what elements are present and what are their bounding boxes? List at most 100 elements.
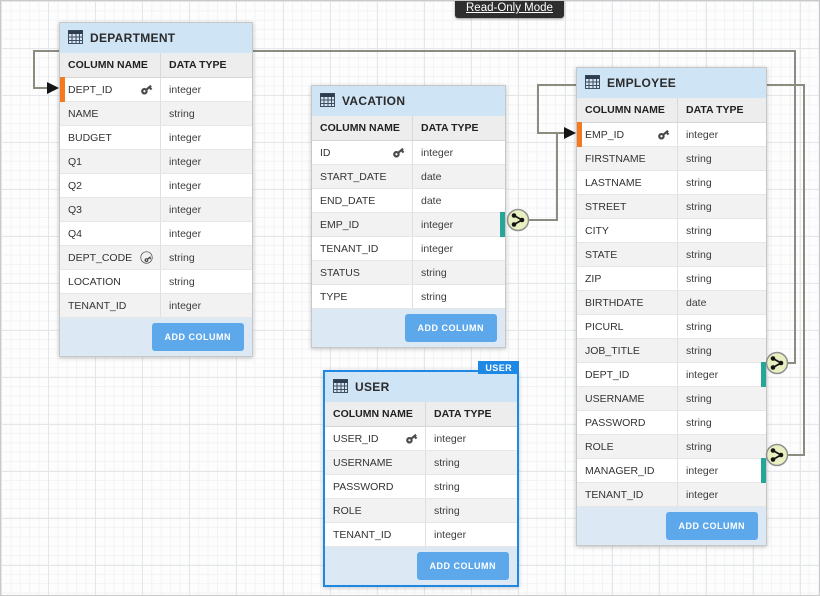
primary-key-icon	[140, 83, 153, 96]
row-user-tenant_id[interactable]: TENANT_ID integer	[325, 523, 517, 547]
column-type: string	[677, 387, 766, 410]
add-column-button[interactable]: ADD COLUMN	[152, 323, 245, 351]
row-employee-username[interactable]: USERNAME string	[577, 387, 766, 411]
table-user[interactable]: USER USER COLUMN NAME DATA TYPE USER_ID	[323, 370, 519, 587]
column-name: ID	[320, 147, 331, 159]
table-department[interactable]: DEPARTMENT COLUMN NAME DATA TYPE DEPT_ID	[59, 22, 253, 357]
column-type: string	[425, 451, 517, 474]
table-title: USER	[355, 380, 390, 394]
column-name: USER_ID	[333, 433, 379, 445]
row-user-user_id[interactable]: USER_ID integer	[325, 427, 517, 451]
row-employee-tenant_id[interactable]: TENANT_ID integer	[577, 483, 766, 507]
column-name-header: COLUMN NAME	[60, 59, 160, 71]
column-type: string	[160, 270, 252, 293]
row-department-tenant_id[interactable]: TENANT_ID integer	[60, 294, 252, 318]
column-name: PASSWORD	[585, 417, 645, 429]
table-header[interactable]: USER	[325, 372, 517, 402]
column-name: DEPT_ID	[585, 369, 629, 381]
crowfoot-many-icon[interactable]	[508, 210, 529, 231]
row-employee-picurl[interactable]: PICURL string	[577, 315, 766, 339]
row-department-dept_code[interactable]: DEPT_CODE string	[60, 246, 252, 270]
add-column-button[interactable]: ADD COLUMN	[405, 314, 498, 342]
table-icon	[333, 379, 348, 396]
column-name: ZIP	[585, 273, 601, 285]
column-type: date	[412, 165, 505, 188]
column-name: STREET	[585, 201, 626, 213]
row-employee-lastname[interactable]: LASTNAME string	[577, 171, 766, 195]
row-employee-manager_id[interactable]: MANAGER_ID integer	[577, 459, 766, 483]
row-employee-birthdate[interactable]: BIRTHDATE date	[577, 291, 766, 315]
table-employee[interactable]: EMPLOYEE COLUMN NAME DATA TYPE EMP_ID	[576, 67, 767, 546]
column-type: string	[677, 339, 766, 362]
crowfoot-many-icon[interactable]	[767, 353, 788, 374]
column-type: string	[677, 195, 766, 218]
row-employee-zip[interactable]: ZIP string	[577, 267, 766, 291]
column-name: TENANT_ID	[585, 489, 643, 501]
row-department-budget[interactable]: BUDGET integer	[60, 126, 252, 150]
row-department-name[interactable]: NAME string	[60, 102, 252, 126]
column-type: integer	[677, 363, 766, 386]
row-user-role[interactable]: ROLE string	[325, 499, 517, 523]
schema-canvas[interactable]: Read-Only Mode DEPARTMENT COLUMN NAME DA…	[0, 0, 820, 596]
column-type: integer	[160, 222, 252, 245]
column-type: integer	[160, 150, 252, 173]
row-employee-role[interactable]: ROLE string	[577, 435, 766, 459]
column-type: integer	[160, 294, 252, 317]
column-type: integer	[412, 141, 505, 164]
add-column-button[interactable]: ADD COLUMN	[666, 512, 759, 540]
column-name: STATUS	[320, 267, 360, 279]
column-name: JOB_TITLE	[585, 345, 640, 357]
column-type: string	[412, 285, 505, 308]
table-footer: ADD COLUMN	[312, 309, 505, 347]
column-name: FIRSTNAME	[585, 153, 646, 165]
data-type-header: DATA TYPE	[412, 116, 505, 140]
row-vacation-id[interactable]: ID integer	[312, 141, 505, 165]
row-employee-street[interactable]: STREET string	[577, 195, 766, 219]
row-user-password[interactable]: PASSWORD string	[325, 475, 517, 499]
row-department-q2[interactable]: Q2 integer	[60, 174, 252, 198]
row-vacation-end_date[interactable]: END_DATE date	[312, 189, 505, 213]
row-employee-emp_id[interactable]: EMP_ID integer	[577, 123, 766, 147]
table-footer: ADD COLUMN	[577, 507, 766, 545]
table-header[interactable]: DEPARTMENT	[60, 23, 252, 53]
column-name-header: COLUMN NAME	[312, 122, 412, 134]
table-title: DEPARTMENT	[90, 31, 175, 45]
primary-key-icon	[392, 146, 405, 159]
column-name: TENANT_ID	[333, 529, 391, 541]
row-employee-city[interactable]: CITY string	[577, 219, 766, 243]
row-department-dept_id[interactable]: DEPT_ID integer	[60, 78, 252, 102]
data-type-header: DATA TYPE	[677, 98, 766, 122]
row-employee-job_title[interactable]: JOB_TITLE string	[577, 339, 766, 363]
row-employee-dept_id[interactable]: DEPT_ID integer	[577, 363, 766, 387]
row-department-q3[interactable]: Q3 integer	[60, 198, 252, 222]
row-employee-state[interactable]: STATE string	[577, 243, 766, 267]
primary-key-icon	[405, 432, 418, 445]
row-vacation-type[interactable]: TYPE string	[312, 285, 505, 309]
column-type: string	[677, 315, 766, 338]
row-employee-password[interactable]: PASSWORD string	[577, 411, 766, 435]
row-vacation-tenant_id[interactable]: TENANT_ID integer	[312, 237, 505, 261]
row-department-q1[interactable]: Q1 integer	[60, 150, 252, 174]
table-header[interactable]: VACATION	[312, 86, 505, 116]
column-name: TENANT_ID	[320, 243, 378, 255]
row-vacation-start_date[interactable]: START_DATE date	[312, 165, 505, 189]
column-type: string	[677, 411, 766, 434]
column-name: START_DATE	[320, 171, 387, 183]
column-type: integer	[412, 237, 505, 260]
row-vacation-emp_id[interactable]: EMP_ID integer	[312, 213, 505, 237]
row-employee-firstname[interactable]: FIRSTNAME string	[577, 147, 766, 171]
row-vacation-status[interactable]: STATUS string	[312, 261, 505, 285]
column-name: TENANT_ID	[68, 300, 126, 312]
crowfoot-many-icon[interactable]	[767, 445, 788, 466]
table-footer: ADD COLUMN	[325, 547, 517, 585]
column-name: CITY	[585, 225, 609, 237]
row-department-location[interactable]: LOCATION string	[60, 270, 252, 294]
column-name: PICURL	[585, 321, 624, 333]
table-vacation[interactable]: VACATION COLUMN NAME DATA TYPE ID	[311, 85, 506, 348]
table-footer: ADD COLUMN	[60, 318, 252, 356]
row-user-username[interactable]: USERNAME string	[325, 451, 517, 475]
column-type: integer	[677, 123, 766, 146]
add-column-button[interactable]: ADD COLUMN	[417, 552, 510, 580]
row-department-q4[interactable]: Q4 integer	[60, 222, 252, 246]
table-header[interactable]: EMPLOYEE	[577, 68, 766, 98]
